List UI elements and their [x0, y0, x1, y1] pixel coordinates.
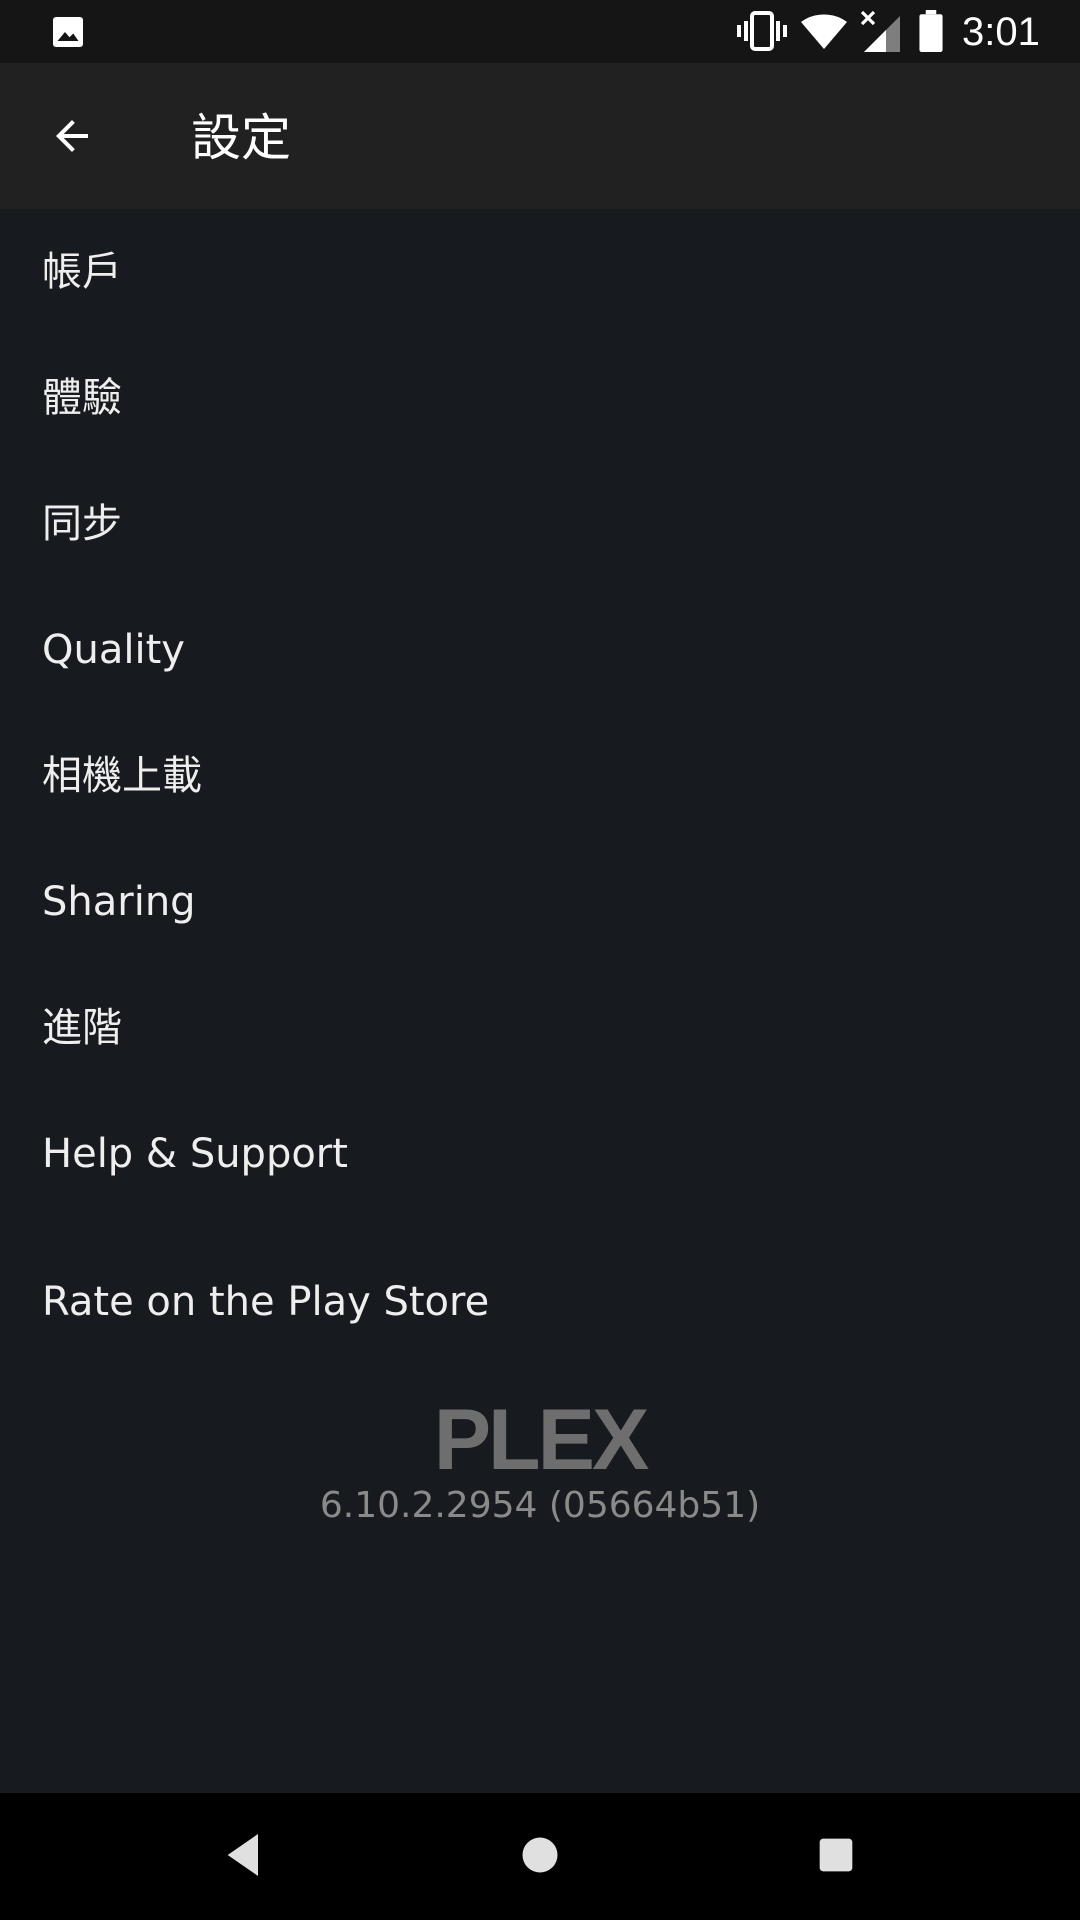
settings-item-advanced[interactable]: 進階 [0, 965, 1080, 1091]
settings-item-label: 相機上載 [42, 753, 202, 799]
settings-item-label: Rate on the Play Store [42, 1279, 490, 1325]
nav-home-icon[interactable] [512, 1827, 568, 1883]
settings-item-label: 體驗 [42, 375, 122, 421]
settings-item-help-support[interactable]: Help & Support [0, 1091, 1080, 1217]
nav-recents-icon[interactable] [808, 1827, 864, 1883]
wifi-icon [801, 14, 847, 49]
plex-logo: PLEX [434, 1395, 650, 1479]
status-bar: 3:01 [0, 0, 1080, 63]
page-title: 設定 [191, 109, 291, 167]
version-text: 6.10.2.2954 (05664b51) [319, 1485, 761, 1526]
settings-item-label: 帳戶 [42, 249, 122, 295]
settings-item-label: Sharing [42, 879, 196, 925]
settings-item-sync[interactable]: 同步 [0, 461, 1080, 587]
status-clock: 3:01 [962, 10, 1040, 54]
settings-item-rate-play-store[interactable]: Rate on the Play Store [0, 1239, 1080, 1365]
navigation-bar [0, 1793, 1080, 1920]
settings-item-experience[interactable]: 體驗 [0, 335, 1080, 461]
settings-screen: 3:01 設定 帳戶 體驗 同步 Quality 相機上載 Sharing 進階… [0, 0, 1080, 1920]
battery-icon [919, 10, 943, 52]
settings-item-quality[interactable]: Quality [0, 587, 1080, 713]
svg-text:PLEX: PLEX [434, 1395, 649, 1479]
settings-item-label: 同步 [42, 501, 122, 547]
settings-item-label: Help & Support [42, 1131, 348, 1177]
settings-item-label: 進階 [42, 1005, 122, 1051]
gallery-icon [53, 17, 83, 47]
settings-item-camera-upload[interactable]: 相機上載 [0, 713, 1080, 839]
settings-item-label: Quality [42, 627, 185, 673]
nav-back-icon[interactable] [216, 1827, 272, 1883]
back-button[interactable] [30, 98, 114, 174]
app-bar: 設定 [0, 63, 1080, 209]
app-footer: PLEX 6.10.2.2954 (05664b51) [0, 1395, 1080, 1526]
settings-item-account[interactable]: 帳戶 [0, 209, 1080, 335]
settings-item-sharing[interactable]: Sharing [0, 839, 1080, 965]
signal-icon [860, 10, 900, 52]
arrow-back-icon [56, 120, 88, 152]
vibrate-icon [737, 11, 787, 51]
